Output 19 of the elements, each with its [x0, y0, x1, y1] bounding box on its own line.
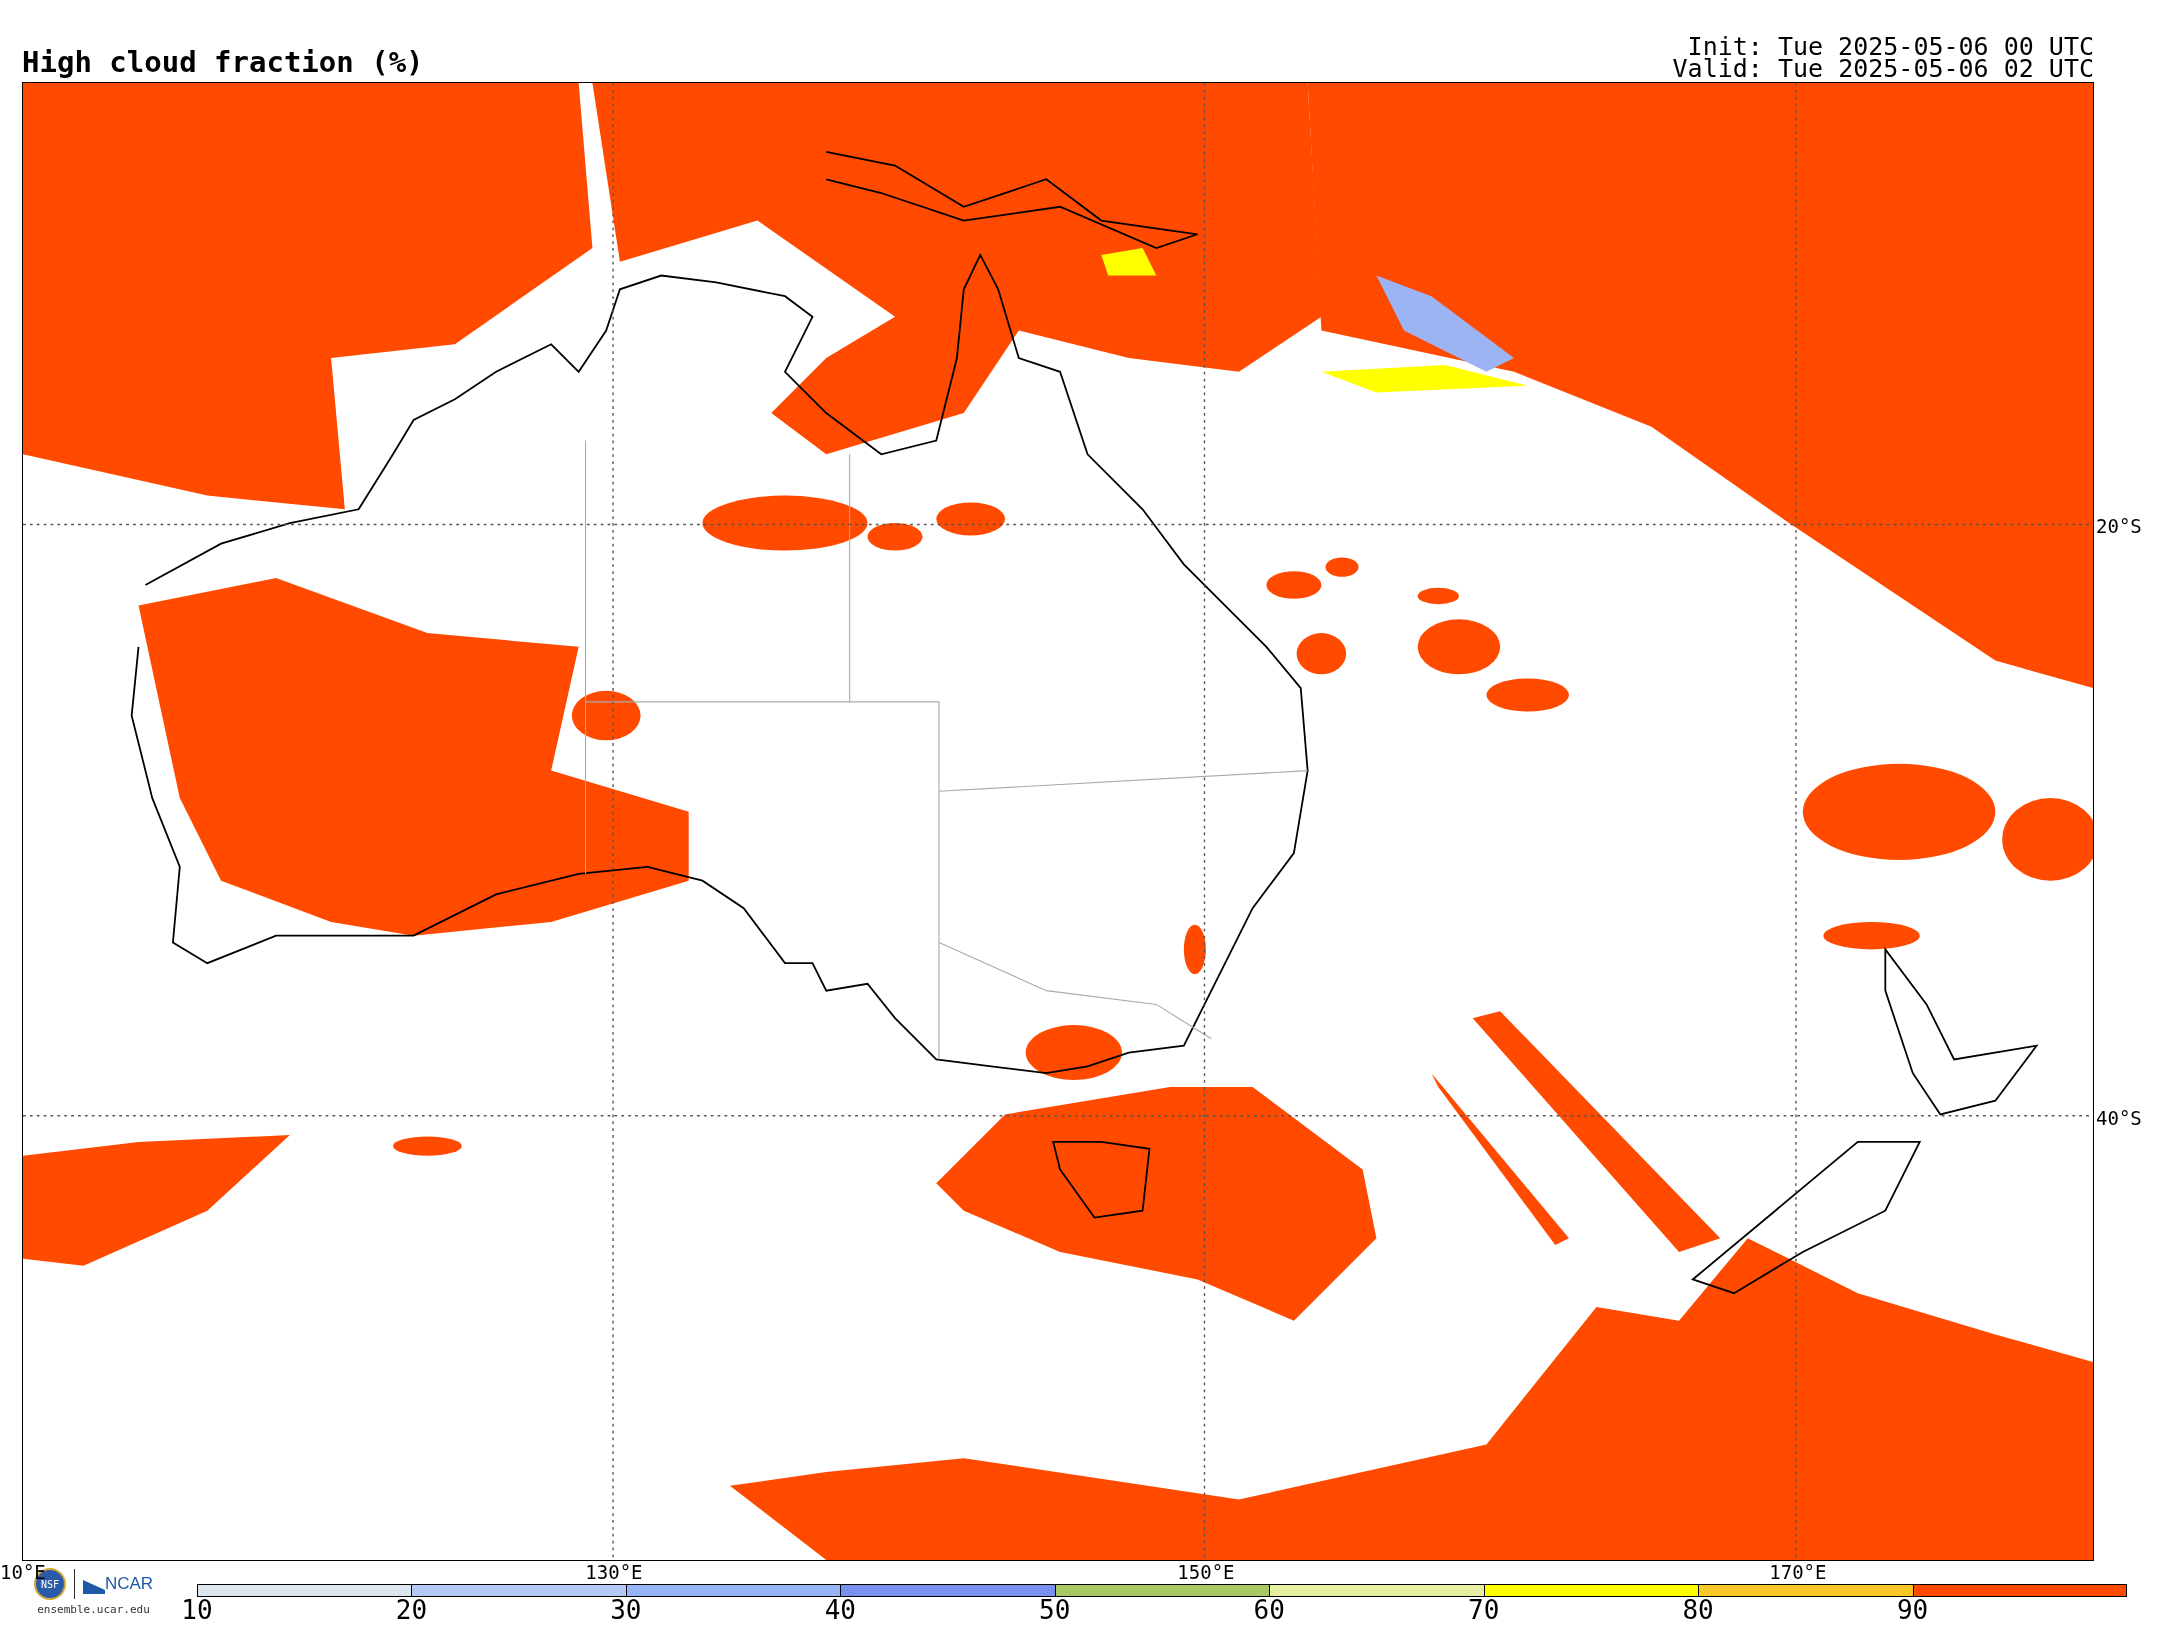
colorbar-tick-label: 80 [1682, 1597, 1714, 1624]
init-time: Init: Tue 2025-05-06 00 UTC [1687, 36, 2094, 58]
longitude-label: 130°E [585, 1562, 643, 1582]
colorbar-tick-label: 70 [1468, 1597, 1500, 1624]
colorbar-tick-label: 10 [181, 1597, 213, 1624]
site-url: ensemble.ucar.edu [37, 1603, 150, 1616]
colorbar-tick-label: 30 [610, 1597, 642, 1624]
latitude-label: 40°S [2096, 1107, 2142, 1129]
longitude-label: 150°E [1177, 1562, 1235, 1582]
colorbar-tick-label: 20 [395, 1597, 428, 1624]
longitude-label: 170°E [1769, 1562, 1827, 1582]
colorbar-tick-label: 40 [824, 1597, 856, 1624]
latitude-label: 20°S [2096, 515, 2142, 537]
colorbar-tick-label: 90 [1896, 1597, 1929, 1624]
colorbar-tick-label: 60 [1253, 1597, 1285, 1624]
valid-time: Valid: Tue 2025-05-06 02 UTC [1672, 58, 2094, 80]
colorbar-tick-label: 50 [1039, 1597, 1071, 1624]
chart-title: High cloud fraction (%) [22, 45, 424, 81]
ncar-logo: NCAR [82, 1574, 154, 1594]
